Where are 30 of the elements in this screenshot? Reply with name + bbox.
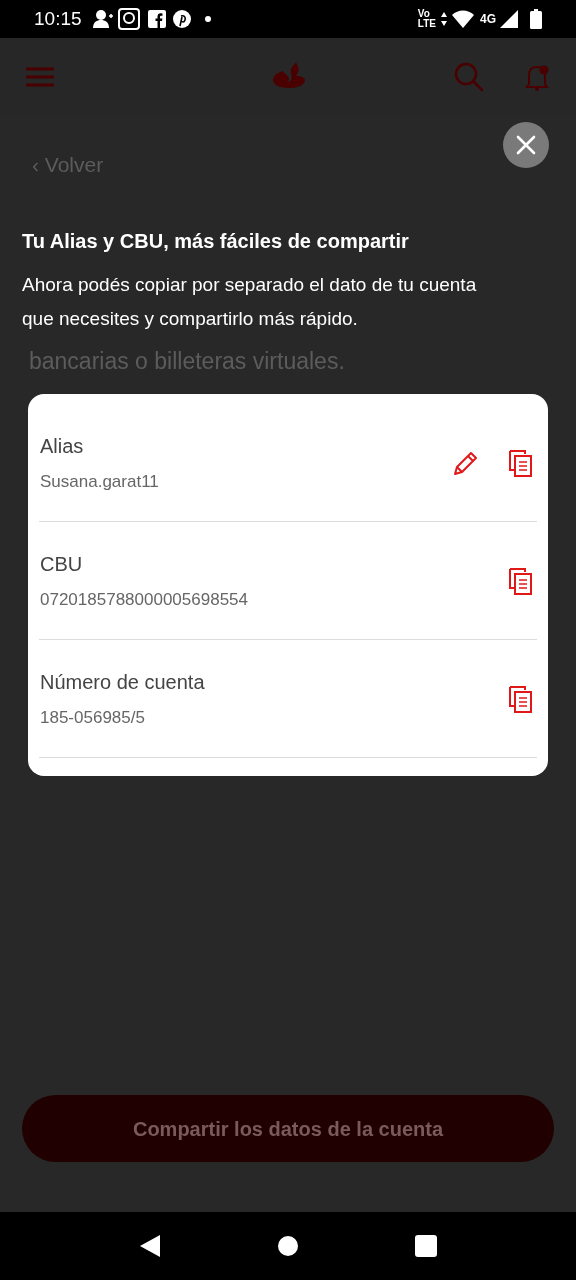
- overlay-message: Ahora podés copiar por separado el dato de tu cuenta que necesites y compartirlo más rápido.: [22, 273, 478, 331]
- overlay-title: Tu Alias y CBU, más fáciles de compartir: [22, 229, 410, 254]
- recents-nav-icon[interactable]: [415, 1235, 438, 1257]
- field-label: CBU: [40, 551, 84, 577]
- notification-dot-icon: [204, 16, 211, 22]
- field-value: Susana.garat11: [40, 470, 159, 493]
- field-value: 0720185788000005698554: [40, 588, 248, 611]
- field-label: Número de cuenta: [40, 669, 205, 695]
- home-nav-icon[interactable]: [278, 1236, 298, 1256]
- back-nav-icon[interactable]: [138, 1234, 161, 1258]
- battery-icon: [530, 9, 542, 29]
- volte-label: Vo: [417, 9, 431, 19]
- network-label: 4G: [480, 11, 496, 28]
- close-icon: [516, 135, 536, 155]
- pinterest-icon: [172, 10, 191, 28]
- wifi-icon: [452, 10, 474, 28]
- facebook-icon: [147, 10, 166, 28]
- close-button[interactable]: [503, 122, 549, 168]
- share-button[interactable]: Compartir los datos de la cuenta: [22, 1095, 554, 1162]
- copy-icon[interactable]: [509, 684, 533, 713]
- data-arrows-icon: [440, 11, 448, 27]
- field-label: Alias: [40, 433, 85, 459]
- volte-label: LTE: [417, 19, 436, 29]
- app-icon: [117, 8, 140, 30]
- status-time: 10:15: [34, 6, 82, 31]
- copy-icon[interactable]: [509, 566, 533, 595]
- signal-icon: [500, 10, 518, 28]
- field-value: 185-056985/5: [40, 706, 146, 729]
- copy-icon[interactable]: [509, 448, 533, 477]
- add-contact-icon: [91, 9, 114, 29]
